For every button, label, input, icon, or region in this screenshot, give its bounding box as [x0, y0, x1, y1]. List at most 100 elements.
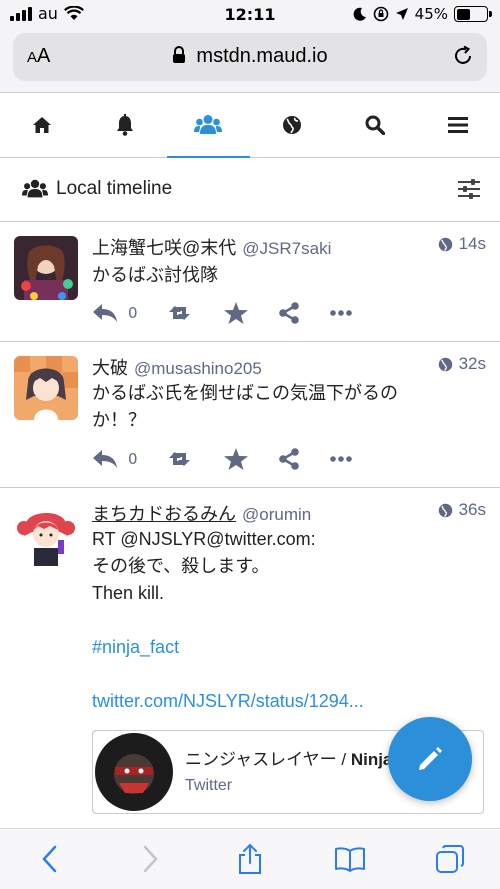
- column-title: Local timeline: [56, 178, 173, 199]
- tab-local[interactable]: [166, 93, 251, 158]
- chevron-left-icon: [42, 845, 57, 873]
- hashtag-link[interactable]: #ninja_fact: [92, 637, 179, 657]
- account-handle: @musashino205: [134, 359, 262, 378]
- status-actions: 0: [92, 448, 382, 470]
- reply-count: 0: [128, 304, 138, 322]
- status-time[interactable]: 36s: [438, 500, 486, 520]
- retweet-icon: [168, 306, 190, 320]
- content-line: Then kill.: [92, 583, 165, 603]
- reply-button[interactable]: 0: [92, 449, 138, 469]
- reply-icon: [93, 304, 117, 322]
- favourite-button[interactable]: [223, 448, 248, 470]
- status-actions: 0: [92, 302, 382, 324]
- card-thumbnail: [93, 731, 175, 813]
- bell-icon: [116, 114, 133, 136]
- share-icon: [278, 302, 299, 324]
- content-line: か！？: [92, 410, 146, 430]
- avatar[interactable]: [14, 502, 78, 566]
- avatar[interactable]: [14, 356, 78, 420]
- status-indicators: 45%: [353, 5, 492, 23]
- reply-icon: [93, 450, 117, 468]
- chevron-right-icon: [143, 845, 158, 873]
- nav-tabs: [0, 92, 500, 158]
- boost-button[interactable]: [168, 303, 194, 323]
- address-bar[interactable]: AA mstdn.maud.io: [13, 33, 487, 81]
- status-item[interactable]: 大破 @musashino205 32s かるばぶ氏を倒せばこの気温下がるの か！…: [0, 342, 500, 488]
- account-handle: @orumin: [242, 505, 312, 524]
- more-button[interactable]: [329, 456, 352, 462]
- share-button[interactable]: [278, 302, 300, 324]
- location-icon: [395, 8, 408, 20]
- share-icon: [278, 448, 299, 470]
- content-line: RT @NJSLYR@twitter.com:: [92, 529, 316, 549]
- content-line: かるばぶ討伐隊: [92, 265, 218, 285]
- status-item[interactable]: 上海蟹七咲@末代 @JSR7saki 14s かるばぶ討伐隊 0: [0, 222, 500, 342]
- users-icon: [22, 179, 48, 198]
- tabs-icon: [436, 845, 464, 873]
- sliders-icon[interactable]: [458, 179, 480, 199]
- tab-search[interactable]: [333, 93, 416, 157]
- tab-notifications[interactable]: [83, 93, 166, 157]
- favourite-button[interactable]: [223, 302, 248, 324]
- ios-status-bar: au 12:11 45%: [0, 0, 500, 30]
- retweet-icon: [168, 452, 190, 466]
- battery-percent: 45%: [414, 5, 448, 23]
- forward-button[interactable]: [120, 845, 180, 873]
- url-field[interactable]: mstdn.maud.io: [13, 45, 487, 68]
- relative-time: 14s: [458, 234, 486, 253]
- status-time[interactable]: 32s: [438, 354, 486, 374]
- lock-icon: [173, 46, 186, 63]
- tabs-button[interactable]: [420, 844, 480, 874]
- share-sheet-button[interactable]: [220, 843, 280, 875]
- more-button[interactable]: [329, 310, 352, 316]
- content-line: かるばぶ氏を倒せばこの気温下がるの: [92, 383, 398, 403]
- status-author[interactable]: 上海蟹七咲@末代 @JSR7saki: [92, 234, 331, 260]
- display-name: まちカドおるみん: [92, 504, 236, 524]
- status-author[interactable]: 大破 @musashino205: [92, 354, 262, 380]
- status-author[interactable]: まちカドおるみん @orumin: [92, 500, 311, 526]
- browser-toolbar: [0, 828, 500, 889]
- battery-icon: [454, 6, 492, 22]
- content-line: その後で、殺します。: [92, 556, 270, 576]
- reply-count: 0: [128, 450, 138, 468]
- ellipsis-icon: [329, 456, 352, 462]
- column-header: Local timeline: [0, 158, 500, 222]
- globe-icon: [282, 116, 301, 134]
- card-title-prefix: ニンジャスレイヤー /: [185, 750, 351, 769]
- globe-icon: [438, 503, 452, 517]
- users-icon: [194, 115, 223, 134]
- ellipsis-icon: [329, 310, 352, 316]
- tab-home[interactable]: [0, 93, 83, 157]
- pencil-icon: [419, 747, 442, 770]
- star-icon: [223, 448, 248, 470]
- back-button[interactable]: [20, 845, 80, 873]
- boost-button[interactable]: [168, 449, 194, 469]
- relative-time: 32s: [458, 354, 486, 373]
- tab-federated[interactable]: [250, 93, 333, 157]
- globe-icon: [438, 237, 452, 251]
- share-icon: [239, 843, 261, 874]
- tab-menu[interactable]: [417, 93, 500, 157]
- star-icon: [223, 302, 248, 324]
- card-title-bold: Ninja: [350, 750, 393, 769]
- compose-button[interactable]: [388, 717, 472, 801]
- display-name: 大破: [92, 358, 128, 378]
- status-content: かるばぶ討伐隊: [92, 262, 482, 289]
- home-icon: [32, 117, 51, 133]
- share-button[interactable]: [278, 448, 300, 470]
- globe-icon: [438, 357, 452, 371]
- avatar[interactable]: [14, 236, 78, 300]
- browser-chrome: AA mstdn.maud.io: [0, 30, 500, 92]
- orientation-lock-icon: [373, 6, 388, 22]
- relative-time: 36s: [458, 500, 486, 519]
- status-content: RT @NJSLYR@twitter.com: その後で、殺します。 Then …: [92, 526, 482, 715]
- bookmarks-button[interactable]: [320, 846, 380, 872]
- card-title: ニンジャスレイヤー / Ninja: [185, 745, 392, 770]
- moon-icon: [353, 7, 366, 21]
- url-text: mstdn.maud.io: [196, 45, 328, 67]
- status-time[interactable]: 14s: [438, 234, 486, 254]
- reply-button[interactable]: 0: [92, 303, 138, 323]
- reload-icon[interactable]: [451, 44, 475, 68]
- account-handle: @JSR7saki: [242, 239, 332, 258]
- status-link[interactable]: twitter.com/NJSLYR/status/1294...: [92, 691, 364, 711]
